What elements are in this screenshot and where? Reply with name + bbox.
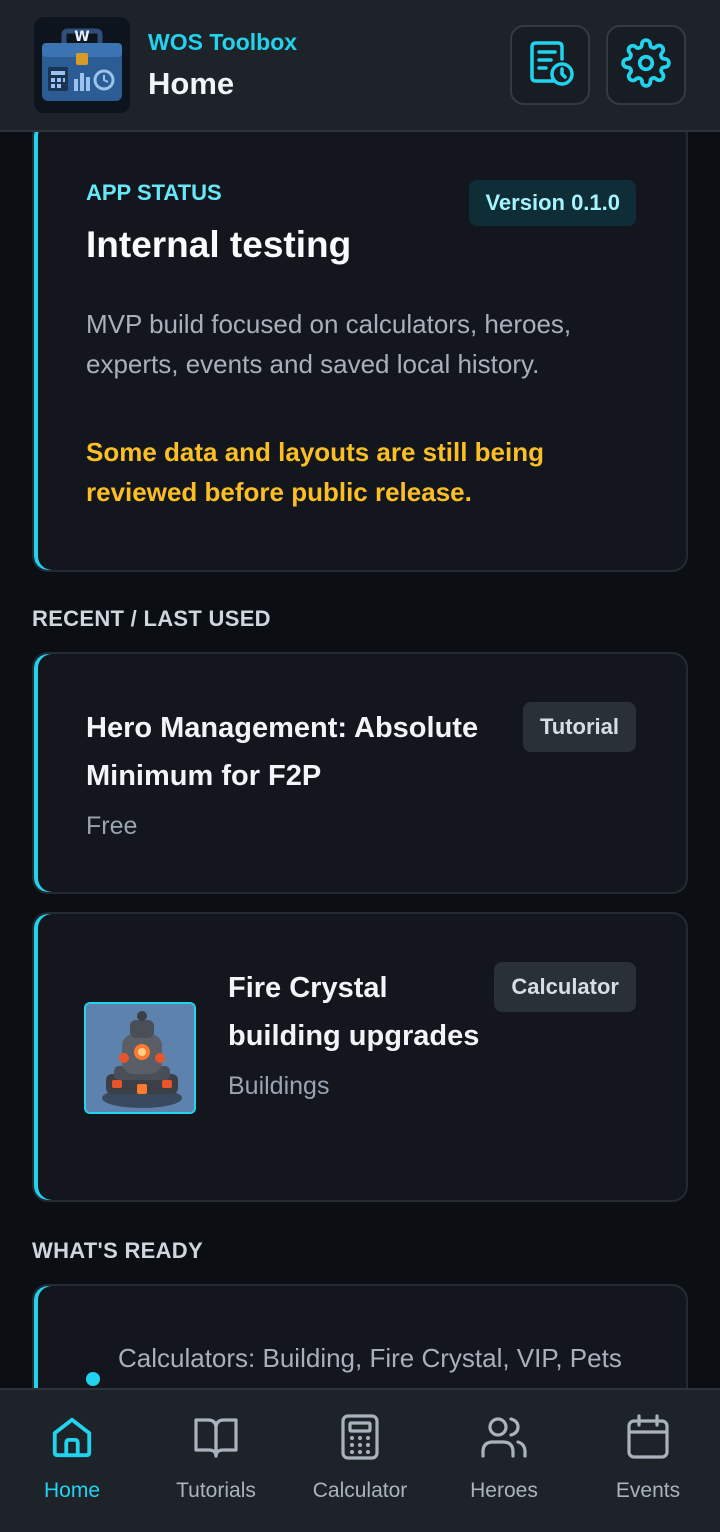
- nav-item-tutorials[interactable]: Tutorials: [144, 1390, 288, 1532]
- nav-label: Calculator: [312, 1479, 408, 1502]
- nav-label: Events: [615, 1479, 681, 1502]
- recent-item-hero-management[interactable]: Hero Management: Absolute Minimum for F2…: [32, 652, 688, 894]
- nav-label: Heroes: [470, 1479, 538, 1502]
- nav-item-home[interactable]: Home: [0, 1390, 144, 1532]
- calculator-icon: [340, 1414, 380, 1465]
- app-status-warning: Some data and layouts are still being re…: [86, 437, 545, 507]
- nav-label: Home: [43, 1479, 101, 1502]
- gear-icon: [621, 37, 671, 93]
- nav-item-events[interactable]: Events: [576, 1390, 720, 1532]
- app-logo: W: [34, 17, 130, 113]
- bullet-icon: [86, 1372, 100, 1386]
- app-header: W WOS Toolbox Home: [0, 0, 720, 132]
- book-icon: [192, 1414, 240, 1465]
- ready-item-text: Calculators: Building, Fire Crystal, VIP…: [118, 1343, 622, 1388]
- nav-label: Tutorials: [176, 1479, 256, 1502]
- users-icon: [480, 1414, 528, 1465]
- calculator-tag: Calculator: [494, 962, 636, 1012]
- logo-letter: W: [74, 29, 89, 45]
- app-status-card: APP STATUS Version 0.1.0 Internal testin…: [32, 132, 688, 572]
- home-content[interactable]: APP STATUS Version 0.1.0 Internal testin…: [0, 132, 720, 1388]
- ready-section-label: WHAT'S READY: [32, 1238, 203, 1263]
- recent-item-fire-crystal[interactable]: Fire Crystal building upgrades Buildings…: [32, 912, 688, 1202]
- history-icon: [524, 37, 576, 94]
- app-status-title: Internal testing: [86, 224, 352, 265]
- recent-section-label: RECENT / LAST USED: [32, 606, 271, 631]
- fire-crystal-building-icon: [84, 1002, 196, 1114]
- header-titles: WOS Toolbox Home: [148, 29, 494, 102]
- recent-item-title: Hero Management: Absolute Minimum for F2…: [86, 712, 479, 792]
- home-icon: [49, 1414, 95, 1465]
- calendar-icon: [626, 1414, 670, 1465]
- whats-ready-card: Calculators: Building, Fire Crystal, VIP…: [32, 1284, 688, 1388]
- app-status-description: MVP build focused on calculators, heroes…: [86, 309, 572, 379]
- tutorial-tag: Tutorial: [522, 702, 636, 752]
- recent-item-text: Fire Crystal building upgrades Buildings: [228, 964, 488, 1101]
- version-badge: Version 0.1.0: [469, 180, 636, 226]
- nav-item-heroes[interactable]: Heroes: [432, 1390, 576, 1532]
- history-button[interactable]: [510, 25, 590, 105]
- page-title: Home: [148, 65, 235, 101]
- app-name: WOS Toolbox: [148, 28, 298, 55]
- app-root: W WOS Toolbox Home APP STATUS Version 0.…: [0, 0, 720, 1532]
- bottom-navigation: Home Tutorials Calculator Heroes Events: [0, 1388, 720, 1532]
- recent-item-subtitle: Buildings: [228, 1072, 330, 1100]
- recent-item-subtitle: Free: [86, 812, 138, 840]
- nav-item-calculator[interactable]: Calculator: [288, 1390, 432, 1532]
- list-item: Calculators: Building, Fire Crystal, VIP…: [86, 1338, 636, 1388]
- recent-item-title: Fire Crystal building upgrades: [228, 972, 480, 1052]
- settings-button[interactable]: [606, 25, 686, 105]
